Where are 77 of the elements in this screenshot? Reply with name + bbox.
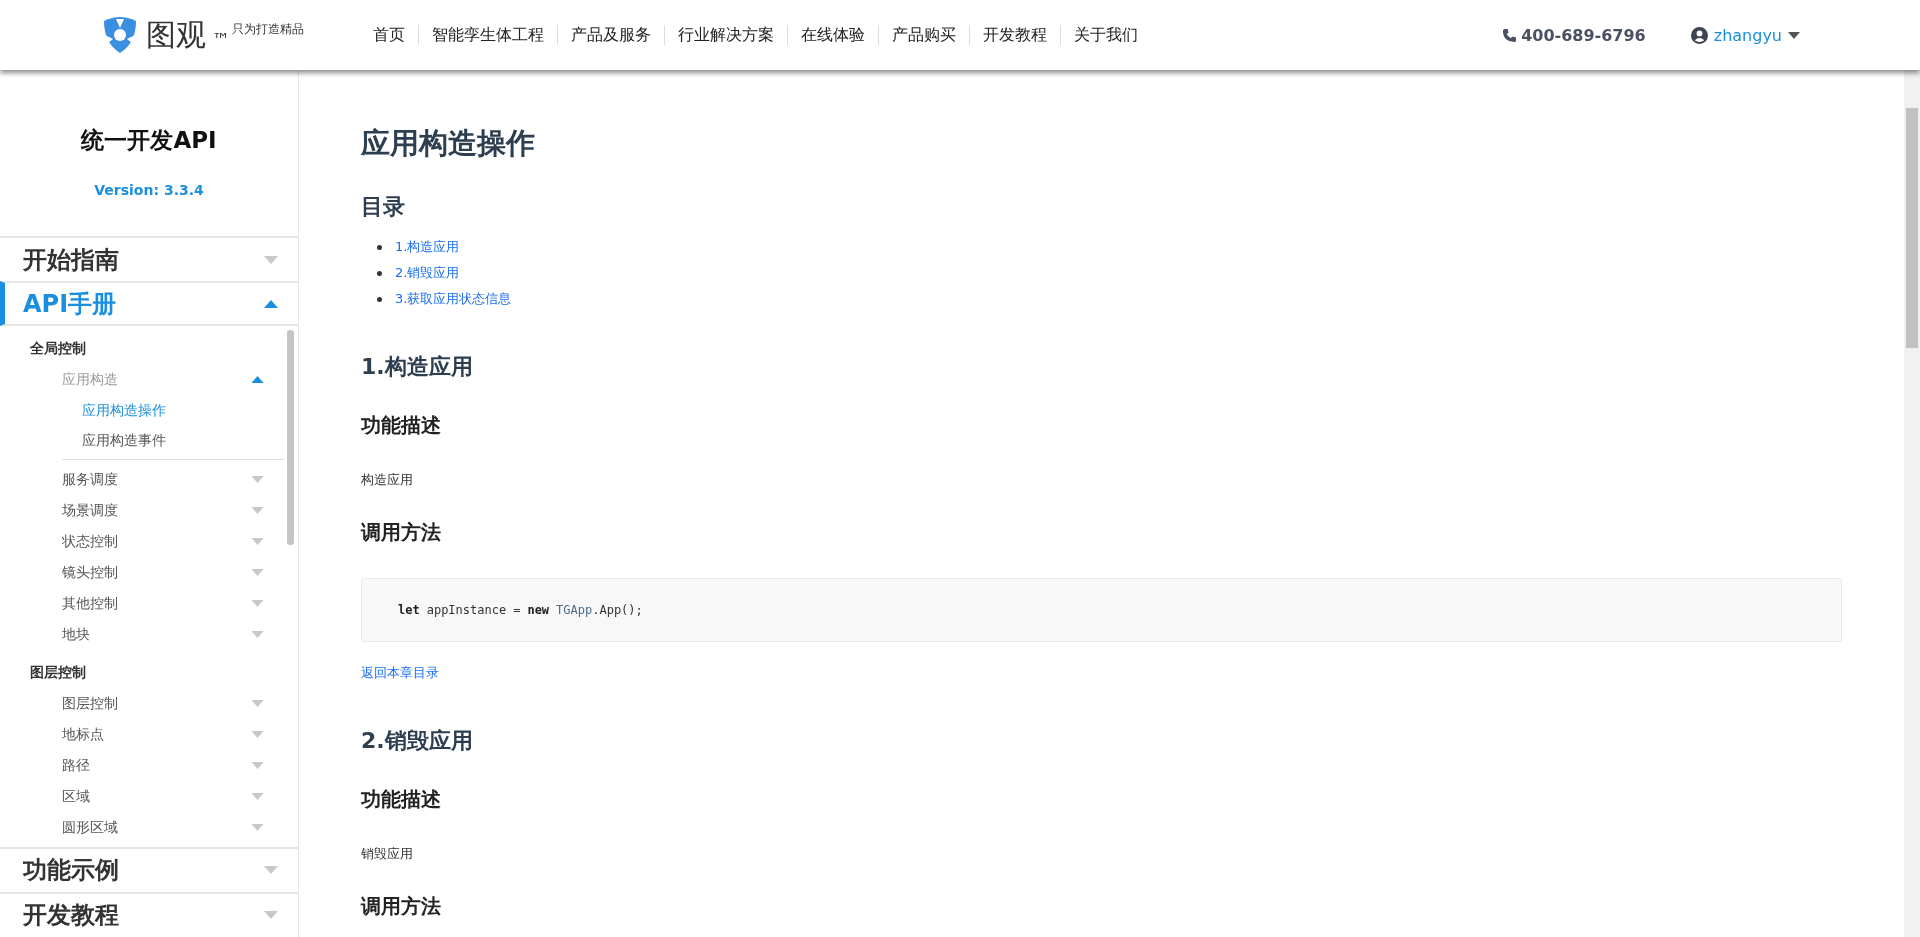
user-name-link[interactable]: zhangyu [1713, 25, 1782, 45]
code-token: .App(); [592, 603, 643, 617]
caret-down-icon [251, 824, 264, 832]
sidebar-item[interactable]: 服务调度 [0, 464, 284, 496]
code-token: TGApp [556, 603, 593, 617]
version-label: Version: 3.3.4 [93, 182, 205, 198]
nav-link[interactable]: 智能孪生体工程 [419, 25, 558, 45]
toc-link[interactable]: 1.构造应用 [395, 234, 460, 260]
trademark-sign: ™ [212, 28, 230, 50]
phone-number: 400-689-6796 [1521, 25, 1646, 45]
bullet-dot [377, 296, 382, 302]
section-heading: 目录 [361, 193, 406, 221]
nav-link[interactable]: 在线体验 [788, 25, 879, 45]
caret-up-icon [251, 376, 264, 384]
toc-link[interactable]: 3.获取应用状态信息 [395, 286, 512, 312]
page-title: 应用构造操作 [361, 125, 536, 162]
caret-up-icon [264, 299, 278, 308]
caret-down-icon [251, 731, 264, 739]
sidebar-section[interactable]: 功能示例 [0, 846, 298, 892]
sidebar-item[interactable]: 地块 [0, 619, 284, 651]
sidebar-section[interactable]: 开始指南 [0, 236, 298, 282]
subsection-heading: 功能描述 [361, 412, 442, 439]
description-text: 销毁应用 [361, 845, 414, 863]
sidebar-item[interactable]: 圆形区域 [0, 812, 284, 844]
sidebar-group-heading: 图层控制 [29, 663, 87, 683]
toc-link[interactable]: 2.销毁应用 [395, 260, 460, 286]
caret-down-icon [251, 600, 264, 608]
caret-down-icon [251, 700, 264, 708]
caret-down-icon [251, 538, 264, 546]
code-token: = [513, 603, 521, 617]
phone-icon [1502, 27, 1518, 43]
subsection-heading: 功能描述 [361, 786, 442, 813]
sidebar-item[interactable]: 镜头控制 [0, 557, 284, 589]
user-icon [1690, 26, 1708, 44]
sidebar-item[interactable]: 图层控制 [0, 688, 284, 720]
sidebar-subitem[interactable]: 应用构造操作 [62, 395, 284, 426]
sidebar-group-heading: 全局控制 [29, 339, 87, 359]
brand-slogan: 只为打造精品 [232, 20, 304, 38]
code-token: appInstance [426, 603, 507, 617]
sidebar-item[interactable]: 路径 [0, 750, 284, 782]
sidebar-item[interactable]: 区域 [0, 781, 284, 813]
caret-down-icon [251, 762, 264, 770]
subsection-heading: 调用方法 [361, 519, 442, 546]
nav-link[interactable]: 行业解决方案 [665, 25, 788, 45]
sidebar-item[interactable]: 场景调度 [0, 495, 284, 527]
caret-down-icon [251, 476, 264, 484]
sidebar-subitem[interactable]: 应用构造事件 [62, 425, 284, 456]
caret-down-icon [264, 911, 278, 920]
caret-down-icon [251, 507, 264, 515]
caret-down-icon[interactable] [1788, 31, 1800, 39]
sidebar-item[interactable]: 地标点 [0, 719, 284, 751]
caret-down-icon [251, 631, 264, 639]
nav-link[interactable]: 产品及服务 [558, 25, 665, 45]
code-token: let [398, 603, 420, 617]
caret-down-icon [264, 255, 278, 264]
bullet-dot [377, 270, 382, 276]
nav-link[interactable]: 首页 [360, 25, 419, 45]
caret-down-icon [251, 569, 264, 577]
scrollbar-thumb[interactable] [1906, 108, 1918, 348]
nav-link[interactable]: 开发教程 [970, 25, 1061, 45]
back-to-toc-link[interactable]: 返回本章目录 [361, 665, 439, 680]
caret-down-icon [264, 866, 278, 875]
sidebar-title: 统一开发API [79, 126, 218, 155]
section-heading: 2.销毁应用 [361, 727, 474, 755]
caret-down-icon [251, 793, 264, 801]
scrollbar-thumb[interactable] [287, 330, 294, 546]
description-text: 构造应用 [361, 471, 414, 489]
nav-link[interactable]: 产品购买 [879, 25, 970, 45]
nav-link[interactable]: 关于我们 [1061, 25, 1151, 45]
section-heading: 1.构造应用 [361, 353, 474, 381]
sidebar-item[interactable]: 状态控制 [0, 526, 284, 558]
sidebar-item[interactable]: 其他控制 [0, 588, 284, 620]
sidebar-section[interactable]: 开发教程 [0, 891, 298, 937]
code-token: new [527, 603, 550, 617]
brand-name: 图观 [146, 15, 206, 54]
bullet-dot [377, 244, 382, 250]
subsection-heading: 调用方法 [361, 893, 442, 920]
